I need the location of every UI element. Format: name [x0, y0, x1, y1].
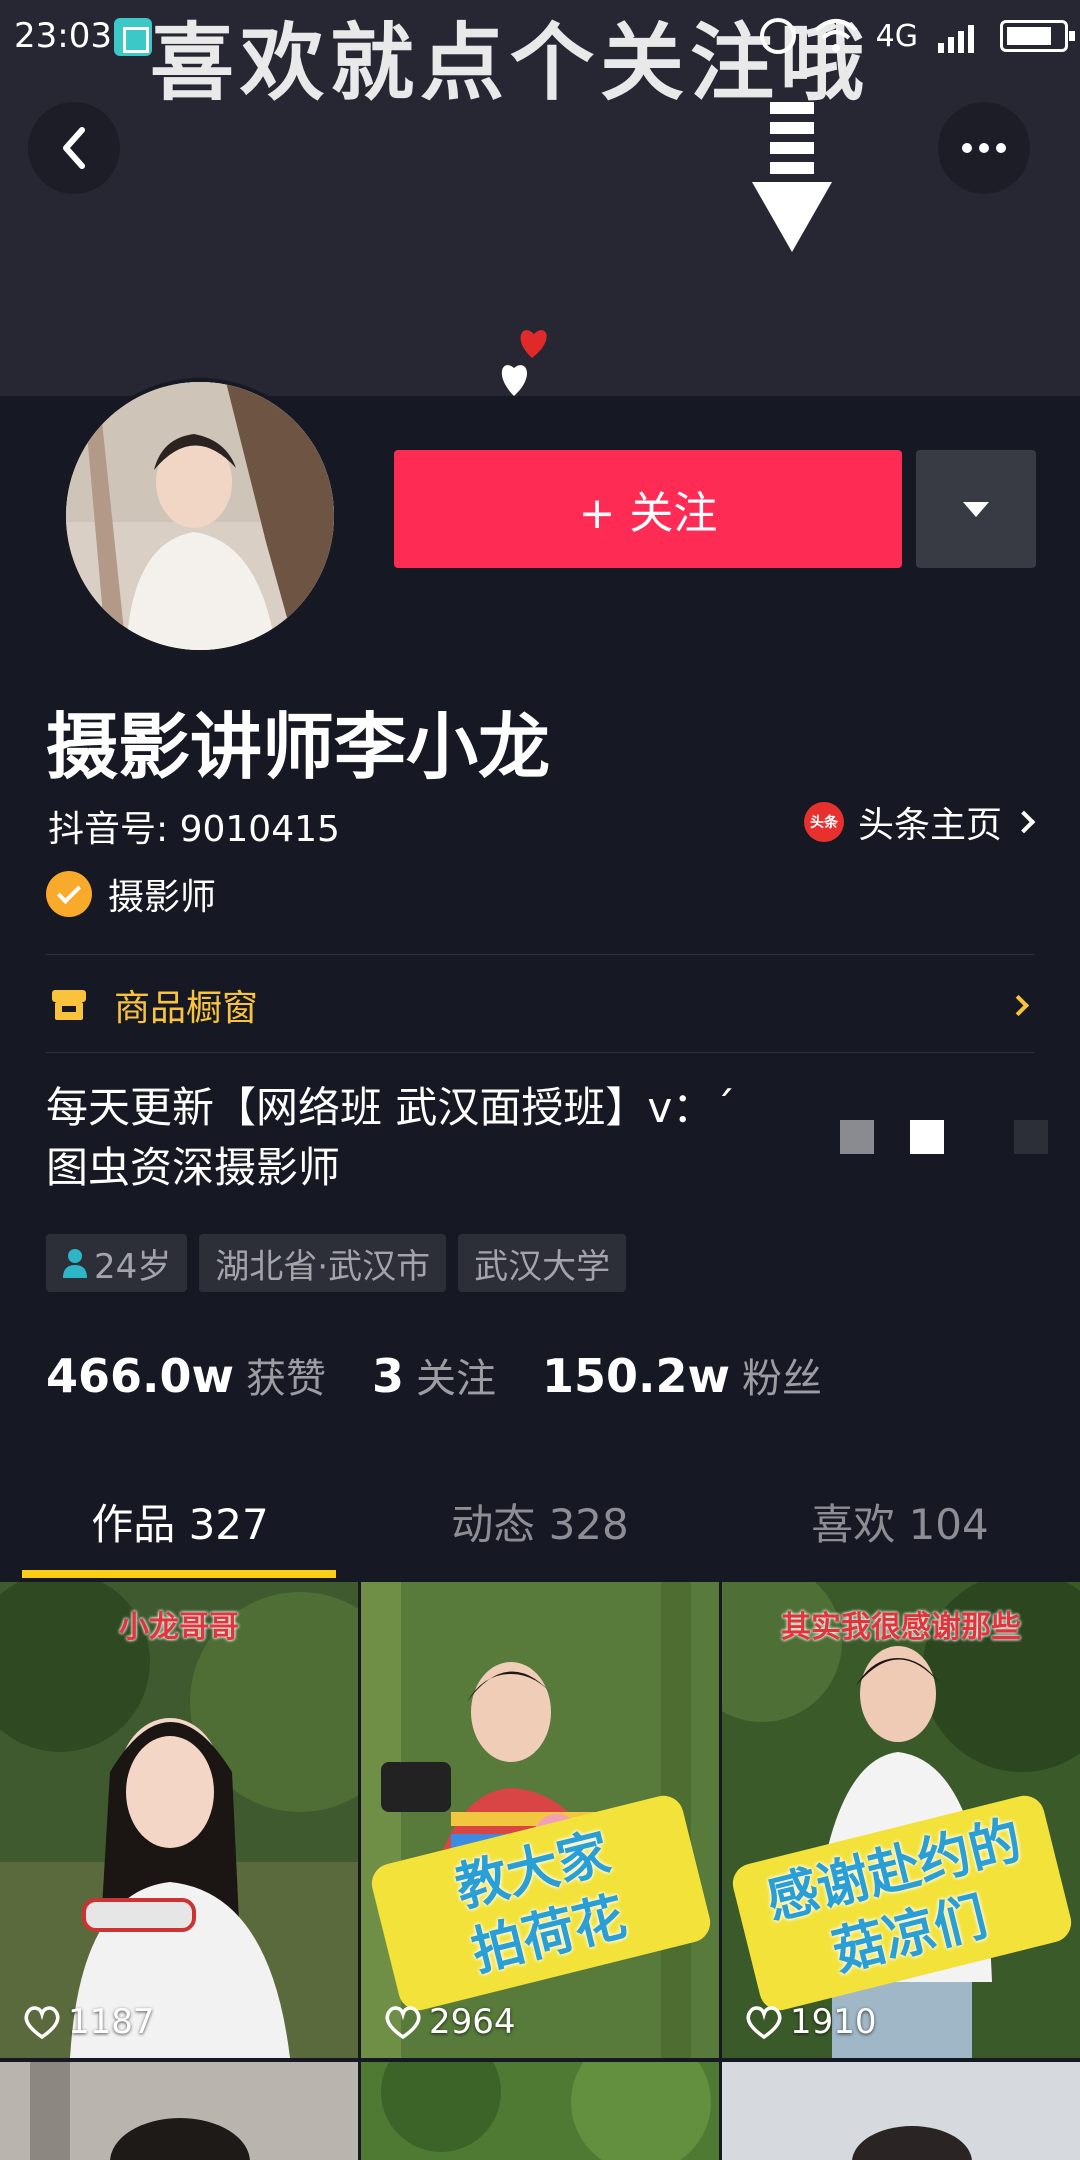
- down-arrow-graphic: [752, 102, 832, 252]
- follow-button[interactable]: + 关注: [394, 450, 902, 568]
- hearts-graphic: [501, 330, 547, 396]
- avatar-photo: [66, 382, 334, 650]
- toutiao-link-label: 头条主页: [857, 805, 1002, 846]
- chevron-right-icon: [1012, 810, 1036, 834]
- censor-pixel: [840, 1120, 874, 1154]
- video-thumbnail[interactable]: 小龙哥哥 1187: [0, 1582, 358, 2058]
- active-tab-indicator: [22, 1570, 336, 1578]
- heart-icon: [746, 2006, 782, 2040]
- followers-label[interactable]: 粉丝: [742, 1346, 822, 1404]
- divider: [46, 954, 1034, 955]
- video-thumbnail[interactable]: [0, 2062, 358, 2160]
- video-title: 其实我很感谢那些: [781, 1610, 1021, 1645]
- location-tag-label: 湖北省·武汉市: [215, 1246, 431, 1287]
- status-time: 23:03: [14, 16, 112, 56]
- verification-label: 摄影师: [108, 877, 217, 918]
- video-title: 小龙哥哥: [119, 1610, 239, 1645]
- battery-icon: [1000, 20, 1075, 52]
- school-tag: 武汉大学: [458, 1234, 627, 1292]
- back-arrow-icon: [63, 127, 85, 169]
- douyin-id: 抖音号: 9010415: [48, 809, 340, 850]
- shop-window-entry[interactable]: 商品橱窗: [50, 976, 1034, 1034]
- caret-down-icon: [963, 501, 989, 517]
- tab-dynamics[interactable]: 动态 328: [360, 1480, 720, 1580]
- more-options-button[interactable]: [938, 102, 1030, 194]
- video-cover-image: [0, 1582, 358, 2058]
- status-bar: 23:03 4G: [0, 0, 1080, 72]
- bio-line: 图虫资深摄影师: [46, 1143, 341, 1192]
- signal-icon: [938, 25, 974, 53]
- video-grid: 小龙哥哥 1187 教大家 拍荷花 2964 其实我很感谢那些 感谢赴约的 菇凉…: [0, 1582, 1080, 2160]
- video-thumbnail[interactable]: 教大家 拍荷花 2964: [361, 1582, 719, 2058]
- likes-count: 466.0w: [46, 1349, 234, 1403]
- video-thumbnail[interactable]: 其实我很感谢那些 感谢赴约的 菇凉们 1910: [722, 1582, 1080, 2058]
- video-likes: 2964: [383, 2002, 516, 2042]
- video-thumbnail[interactable]: [722, 2062, 1080, 2160]
- profile-bio: 每天更新【网络班 武汉面授班】v：´ 图虫资深摄影师: [46, 1078, 766, 1198]
- like-count: 1187: [68, 2002, 155, 2042]
- profile-stats: 466.0w 获赞 3 关注 150.2w 粉丝: [46, 1346, 868, 1404]
- likes-label: 获赞: [246, 1356, 326, 1402]
- followers-count[interactable]: 150.2w: [542, 1349, 730, 1403]
- bio-line: 每天更新【网络班 武汉面授班】v：´: [46, 1083, 736, 1132]
- wifi-icon: [814, 19, 857, 52]
- heart-icon: [24, 2006, 60, 2040]
- video-likes: 1187: [22, 2002, 155, 2042]
- verification-badge: 摄影师: [46, 868, 216, 920]
- chevron-right-icon: [1007, 994, 1030, 1016]
- censor-pixel: [1014, 1120, 1048, 1154]
- avatar[interactable]: [62, 378, 338, 654]
- tab-works[interactable]: 作品 327: [0, 1480, 360, 1580]
- toutiao-homepage-link[interactable]: 头条 头条主页: [803, 796, 1036, 848]
- person-icon: [63, 1249, 87, 1278]
- age-tag: 24岁: [46, 1234, 188, 1292]
- censor-pixel: [910, 1120, 944, 1154]
- toutiao-icon: 头条: [803, 802, 844, 842]
- scan-icon: [114, 18, 152, 56]
- shop-icon: [52, 990, 86, 1020]
- alarm-icon: [759, 18, 796, 54]
- school-tag-label: 武汉大学: [474, 1246, 611, 1287]
- network-type: 4G: [875, 18, 918, 54]
- video-likes: 1910: [744, 2002, 877, 2042]
- age-tag-label: 24岁: [94, 1246, 172, 1287]
- recommend-dropdown-button[interactable]: [916, 450, 1036, 568]
- profile-tags: 24岁 湖北省·武汉市 武汉大学: [46, 1234, 627, 1292]
- like-count: 2964: [429, 2002, 516, 2042]
- more-dots-icon: [962, 143, 1006, 153]
- shop-window-label: 商品橱窗: [114, 988, 259, 1029]
- location-tag: 湖北省·武汉市: [199, 1234, 447, 1292]
- video-cover-image: [0, 2062, 358, 2160]
- video-cover-image: [361, 2062, 719, 2160]
- tab-liked[interactable]: 喜欢 104: [720, 1480, 1080, 1580]
- profile-name: 摄影讲师李小龙: [46, 705, 551, 789]
- profile-tabs: 作品 327 动态 328 喜欢 104: [0, 1480, 1080, 1580]
- back-button[interactable]: [28, 102, 120, 194]
- following-count[interactable]: 3: [372, 1349, 404, 1403]
- video-thumbnail[interactable]: [361, 2062, 719, 2160]
- video-cover-image: [722, 2062, 1080, 2160]
- verified-check-icon: [46, 871, 92, 917]
- like-count: 1910: [790, 2002, 877, 2042]
- heart-icon: [385, 2006, 421, 2040]
- divider: [46, 1052, 1034, 1053]
- following-label[interactable]: 关注: [416, 1346, 496, 1404]
